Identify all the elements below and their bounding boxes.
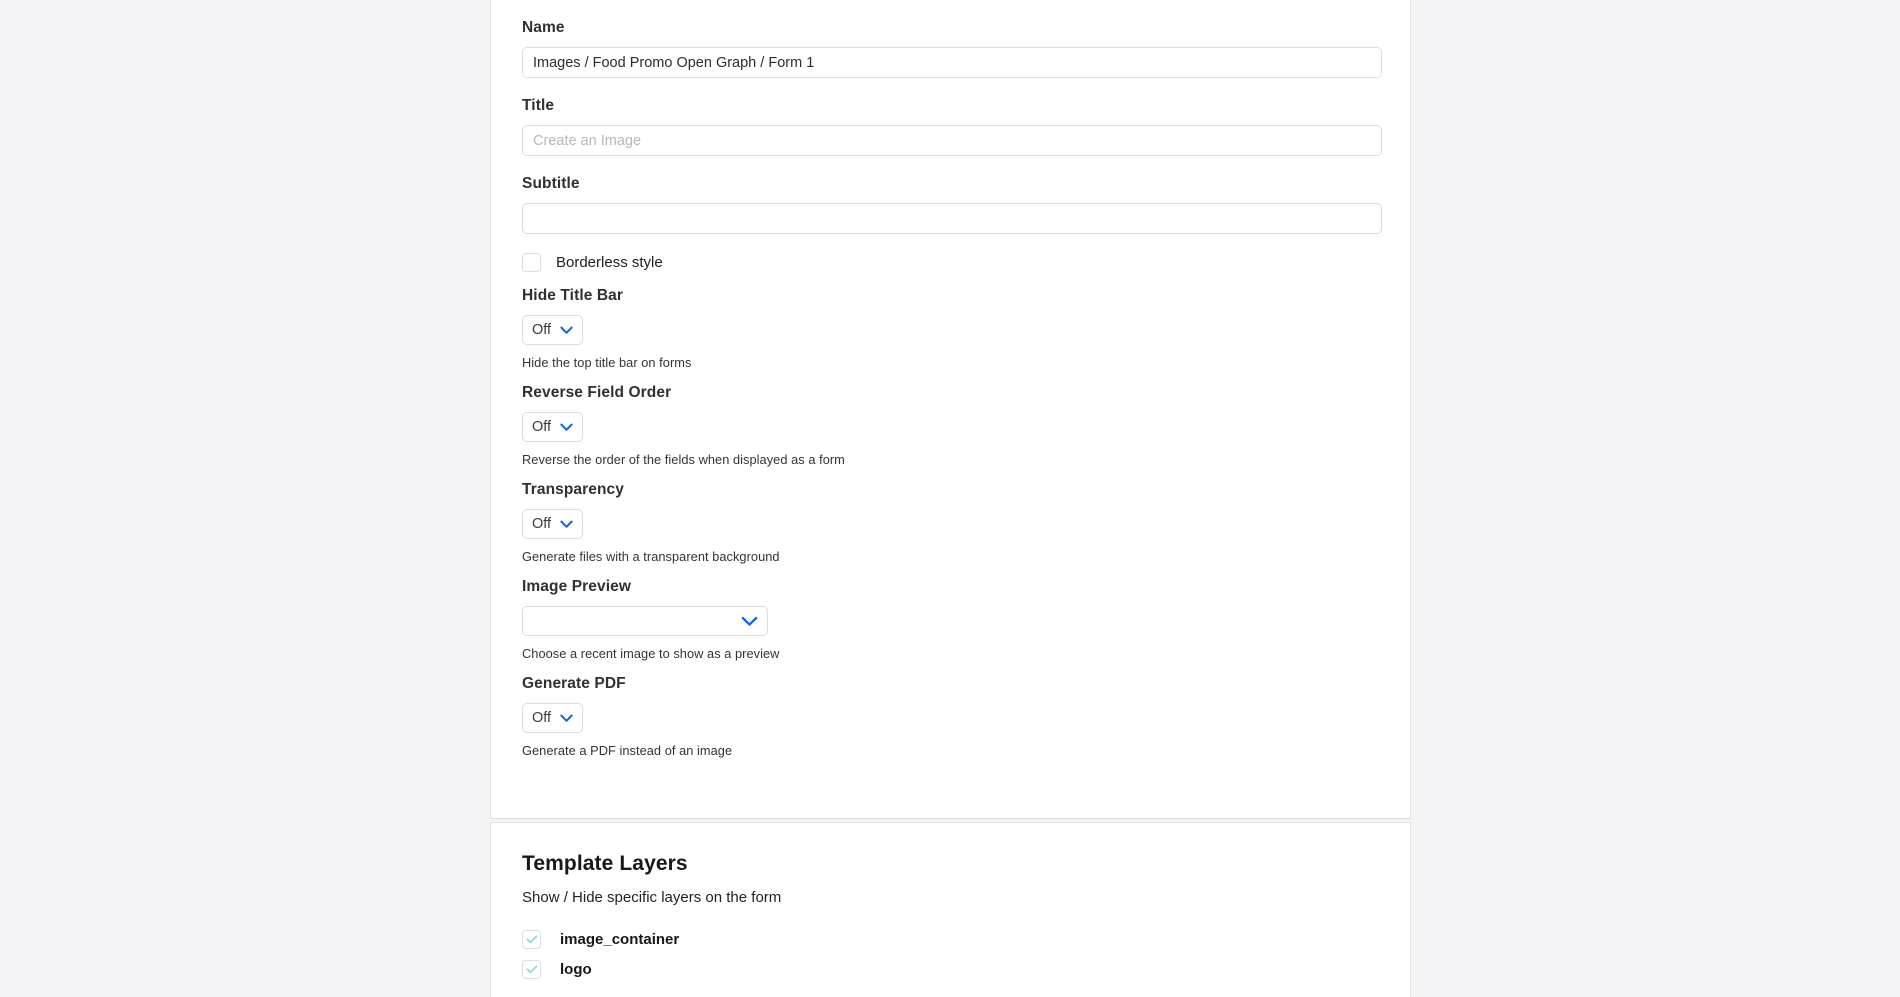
reverse-field-order-select[interactable]: Off — [522, 412, 583, 442]
field-title: Title — [522, 97, 1379, 156]
generate-pdf-label: Generate PDF — [522, 675, 1379, 693]
settings-page: Name Title Subtitle Borderless style Hid… — [0, 0, 1900, 997]
chevron-down-icon — [560, 326, 573, 335]
title-label: Title — [522, 97, 1379, 115]
layer-label: logo — [560, 961, 592, 978]
layer-label: image_container — [560, 931, 679, 948]
borderless-style-label: Borderless style — [556, 254, 663, 271]
transparency-label: Transparency — [522, 481, 1379, 499]
reverse-field-order-label: Reverse Field Order — [522, 384, 1379, 402]
template-layers-card: Template Layers Show / Hide specific lay… — [490, 822, 1411, 997]
reverse-field-order-value: Off — [532, 419, 551, 435]
borderless-style-row[interactable]: Borderless style — [522, 253, 1379, 272]
field-image-preview: Image Preview Choose a recent image to s… — [522, 578, 1379, 661]
image-preview-label: Image Preview — [522, 578, 1379, 596]
transparency-helper: Generate files with a transparent backgr… — [522, 549, 1379, 564]
name-input[interactable] — [522, 47, 1382, 78]
reverse-field-order-helper: Reverse the order of the fields when dis… — [522, 452, 1379, 467]
image-preview-helper: Choose a recent image to show as a previ… — [522, 646, 1379, 661]
chevron-down-icon — [560, 423, 573, 432]
transparency-select[interactable]: Off — [522, 509, 583, 539]
generate-pdf-value: Off — [532, 710, 551, 726]
hide-title-bar-value: Off — [532, 322, 551, 338]
generate-pdf-select[interactable]: Off — [522, 703, 583, 733]
chevron-down-icon — [560, 520, 573, 529]
image-preview-select[interactable] — [522, 606, 768, 636]
field-reverse-field-order: Reverse Field Order Off Reverse the orde… — [522, 384, 1379, 467]
name-label: Name — [522, 19, 1379, 37]
generate-pdf-helper: Generate a PDF instead of an image — [522, 743, 1379, 758]
hide-title-bar-helper: Hide the top title bar on forms — [522, 355, 1379, 370]
field-subtitle: Subtitle — [522, 175, 1379, 234]
field-transparency: Transparency Off Generate files with a t… — [522, 481, 1379, 564]
field-generate-pdf: Generate PDF Off Generate a PDF instead … — [522, 675, 1379, 758]
field-hide-title-bar: Hide Title Bar Off Hide the top title ba… — [522, 287, 1379, 370]
transparency-value: Off — [532, 516, 551, 532]
template-layers-title: Template Layers — [522, 852, 1379, 876]
subtitle-label: Subtitle — [522, 175, 1379, 193]
list-item[interactable]: image_container — [522, 930, 1379, 949]
layer-checkbox[interactable] — [522, 960, 541, 979]
hide-title-bar-label: Hide Title Bar — [522, 287, 1379, 305]
borderless-style-checkbox[interactable] — [522, 253, 541, 272]
title-input[interactable] — [522, 125, 1382, 156]
layer-checkbox[interactable] — [522, 930, 541, 949]
chevron-down-icon — [560, 714, 573, 723]
chevron-down-icon — [741, 616, 758, 627]
hide-title-bar-select[interactable]: Off — [522, 315, 583, 345]
form-settings-card: Name Title Subtitle Borderless style Hid… — [490, 0, 1411, 819]
field-name: Name — [522, 0, 1379, 78]
template-layers-subtitle: Show / Hide specific layers on the form — [522, 889, 1379, 906]
list-item[interactable]: logo — [522, 960, 1379, 979]
subtitle-input[interactable] — [522, 203, 1382, 234]
